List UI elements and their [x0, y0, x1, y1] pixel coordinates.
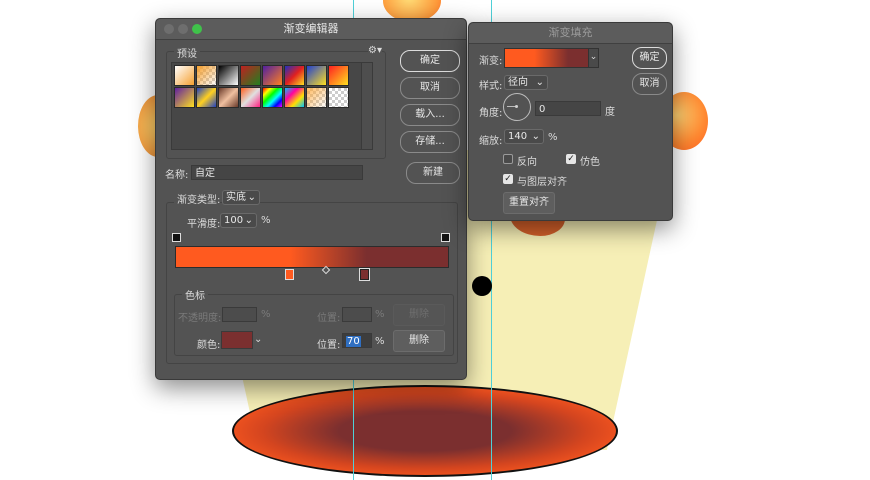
- gradient-type-value: 实底: [226, 192, 246, 203]
- gradient-ellipse: [232, 385, 618, 477]
- black-dot: [472, 276, 492, 296]
- opacity-stop-left[interactable]: [172, 233, 181, 242]
- name-field[interactable]: 自定: [191, 165, 363, 180]
- scale-input[interactable]: 140 ⌄: [504, 129, 544, 144]
- gradient-type-select[interactable]: 实底 ⌄: [222, 190, 260, 205]
- smoothness-value: 100: [224, 215, 244, 226]
- scale-label: 缩放:: [479, 136, 503, 147]
- preset-swatch[interactable]: [218, 65, 239, 86]
- angle-dial-center: [515, 105, 518, 108]
- color-location-value: 70: [346, 336, 361, 347]
- opacity-location-label: 位置:: [317, 313, 341, 324]
- color-location-unit: %: [375, 336, 385, 347]
- color-swatch[interactable]: [221, 331, 253, 349]
- window-title: 渐变编辑器: [283, 22, 339, 35]
- color-delete-button[interactable]: 删除: [393, 330, 445, 352]
- ok-button[interactable]: 确定: [400, 50, 460, 72]
- preset-swatch[interactable]: [306, 87, 327, 108]
- chevron-down-icon: ⌄: [247, 192, 256, 203]
- name-label: 名称:: [165, 170, 189, 181]
- angle-label: 角度:: [479, 108, 503, 119]
- opacity-stop-right[interactable]: [441, 233, 450, 242]
- align-with-layer-label: 与图层对齐: [517, 177, 567, 188]
- presets-list: [171, 62, 373, 150]
- preset-swatch[interactable]: [174, 65, 195, 86]
- gradient-bar[interactable]: [175, 246, 449, 268]
- preset-swatch[interactable]: [262, 87, 283, 108]
- align-with-layer-checkbox[interactable]: ✓: [503, 174, 513, 184]
- preset-swatch[interactable]: [284, 65, 305, 86]
- zoom-window-button[interactable]: [192, 24, 202, 34]
- cancel-button[interactable]: 取消: [632, 73, 667, 95]
- chevron-down-icon[interactable]: ⌄: [254, 334, 262, 345]
- gradient-label: 渐变:: [479, 56, 503, 67]
- smoothness-input[interactable]: 100 ⌄: [220, 213, 257, 228]
- opacity-input[interactable]: [222, 307, 257, 322]
- color-label: 颜色:: [197, 340, 221, 351]
- color-stop-end[interactable]: [359, 268, 370, 281]
- reverse-label: 反向: [517, 157, 537, 168]
- preset-swatch[interactable]: [240, 65, 261, 86]
- style-value: 径向: [508, 77, 528, 88]
- preset-swatch[interactable]: [174, 87, 195, 108]
- angle-input[interactable]: 0: [535, 101, 601, 116]
- gradient-fill-titlebar[interactable]: 渐变填充: [469, 23, 672, 44]
- gradient-fill-dialog: 渐变填充 渐变: ⌄ 样式: 径向 ⌄ 角度: 0 度 缩放: 140 ⌄ % 反向…: [468, 22, 673, 221]
- gear-icon[interactable]: ⚙▾: [368, 45, 382, 56]
- preset-swatch[interactable]: [328, 87, 349, 108]
- chevron-down-icon: ⌄: [244, 215, 253, 226]
- new-button[interactable]: 新建: [406, 162, 460, 184]
- dither-label: 仿色: [580, 157, 600, 168]
- chevron-down-icon: ⌄: [531, 131, 540, 142]
- opacity-label: 不透明度:: [178, 313, 222, 324]
- color-stop-start[interactable]: [285, 269, 294, 280]
- preset-swatch[interactable]: [262, 65, 283, 86]
- scale-value: 140: [508, 131, 528, 142]
- preset-swatch[interactable]: [196, 65, 217, 86]
- gradient-editor-dialog: 渐变编辑器 预设 ⚙▾ 确定 取消 载入... 存储... 名称: 自定 新建 …: [155, 18, 467, 380]
- chevron-down-icon: ⌄: [589, 52, 598, 62]
- ok-button[interactable]: 确定: [632, 47, 667, 69]
- reset-alignment-button[interactable]: 重置对齐: [503, 192, 555, 214]
- gradient-type-label: 渐变类型:: [174, 191, 221, 206]
- dither-checkbox[interactable]: ✓: [566, 154, 576, 164]
- opacity-location-unit: %: [375, 309, 385, 320]
- scale-unit: %: [548, 132, 558, 143]
- style-select[interactable]: 径向 ⌄: [504, 75, 548, 90]
- style-label: 样式:: [479, 81, 503, 92]
- window-title: 渐变填充: [548, 26, 593, 39]
- opacity-delete-button[interactable]: 删除: [393, 304, 445, 326]
- angle-unit: 度: [605, 107, 615, 118]
- gradient-editor-titlebar[interactable]: 渐变编辑器: [156, 19, 466, 40]
- load-button[interactable]: 载入...: [400, 104, 460, 126]
- preset-swatch[interactable]: [218, 87, 239, 108]
- cancel-button[interactable]: 取消: [400, 77, 460, 99]
- opacity-unit: %: [261, 309, 271, 320]
- chevron-down-icon: ⌄: [535, 77, 544, 88]
- preset-swatch[interactable]: [306, 65, 327, 86]
- stops-group-label: 色标: [182, 287, 208, 302]
- presets-scrollbar[interactable]: [361, 63, 372, 149]
- opacity-location-input[interactable]: [342, 307, 372, 322]
- save-button[interactable]: 存储...: [400, 131, 460, 153]
- presets-label: 预设: [174, 45, 200, 60]
- reverse-checkbox[interactable]: [503, 154, 513, 164]
- preset-swatch[interactable]: [196, 87, 217, 108]
- minimize-window-button[interactable]: [178, 24, 188, 34]
- preset-swatch[interactable]: [284, 87, 305, 108]
- gradient-picker[interactable]: [504, 48, 590, 68]
- color-location-label: 位置:: [317, 340, 341, 351]
- color-location-input[interactable]: 70: [342, 333, 372, 348]
- preset-swatch[interactable]: [328, 65, 349, 86]
- smoothness-label: 平滑度:: [187, 219, 221, 230]
- preset-swatch[interactable]: [240, 87, 261, 108]
- angle-dial[interactable]: [503, 93, 531, 121]
- smoothness-unit: %: [261, 215, 271, 226]
- gradient-picker-dropdown[interactable]: ⌄: [588, 48, 599, 68]
- close-window-button[interactable]: [164, 24, 174, 34]
